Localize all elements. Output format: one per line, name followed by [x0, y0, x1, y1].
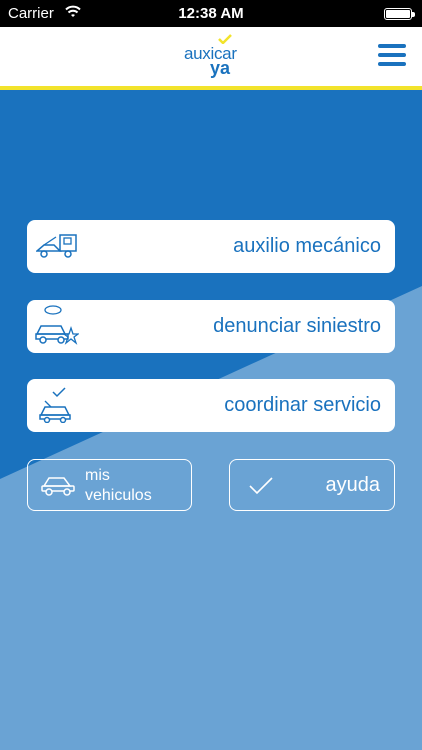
logo-text-ya: ya — [210, 58, 231, 78]
status-bar: Carrier 12:38 AM — [0, 0, 422, 27]
app-logo: auxicar ya — [184, 34, 244, 80]
auxilio-mecanico-label: auxilio mecánico — [233, 235, 381, 257]
logo-check-icon — [218, 34, 232, 44]
mis-vehiculos-label-line1: mis — [85, 467, 110, 484]
denunciar-siniestro-label: denunciar siniestro — [213, 315, 381, 337]
car-service-icon — [39, 387, 71, 423]
coordinar-servicio-button[interactable]: coordinar servicio — [27, 379, 395, 432]
battery-icon — [384, 8, 415, 20]
car-crash-icon — [35, 305, 79, 345]
ayuda-label: ayuda — [325, 473, 381, 496]
car-icon — [41, 477, 75, 496]
check-icon — [249, 477, 273, 495]
clock: 12:38 AM — [178, 5, 244, 22]
mis-vehiculos-label-line2: vehiculos — [85, 487, 152, 504]
mis-vehiculos-label: mis vehiculos — [85, 466, 152, 506]
ayuda-button[interactable]: ayuda — [229, 459, 395, 511]
mis-vehiculos-button[interactable]: mis vehiculos — [27, 459, 192, 511]
tow-truck-icon — [36, 234, 77, 258]
auxilio-mecanico-button[interactable]: auxilio mecánico — [27, 220, 395, 273]
denunciar-siniestro-button[interactable]: denunciar siniestro — [27, 300, 395, 353]
hamburger-menu-icon[interactable] — [378, 44, 408, 68]
coordinar-servicio-label: coordinar servicio — [224, 394, 381, 416]
